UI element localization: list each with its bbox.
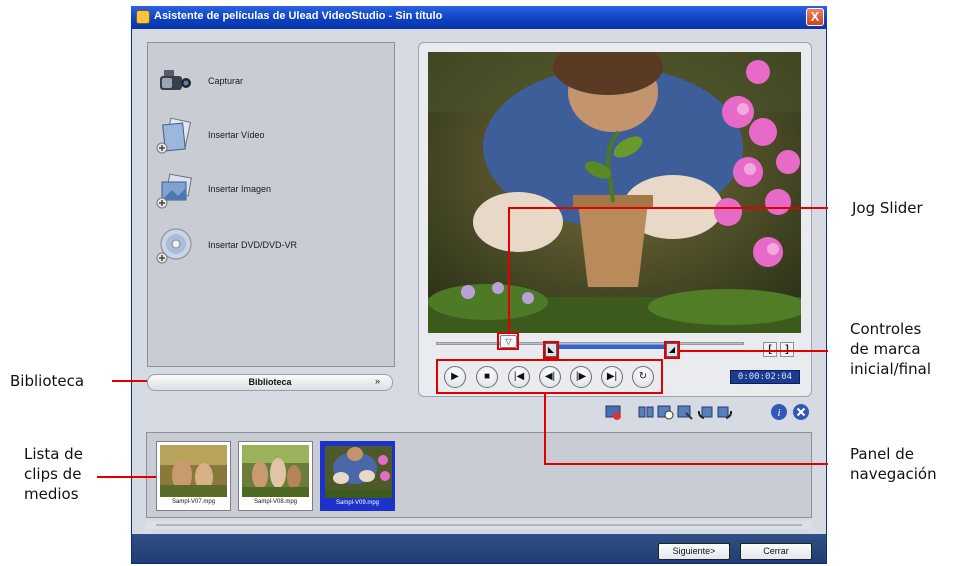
nav-callout-line-v [544, 394, 546, 464]
trim-range-bar [555, 345, 672, 349]
library-callout-line [112, 380, 147, 382]
app-icon [136, 10, 150, 24]
next-button[interactable]: Siguiente> [658, 543, 730, 560]
insert-dvd-label: Insertar DVD/DVD-VR [208, 240, 298, 250]
camcorder-icon [160, 70, 191, 90]
insert-video-item[interactable]: Insertar Vídeo [154, 116, 384, 160]
properties-icon[interactable] [676, 403, 694, 421]
nav-callout-line-h [544, 463, 828, 465]
scrollbar-thumb[interactable] [156, 524, 802, 526]
clip-thumbnail [325, 446, 392, 498]
callout-line: clips de [24, 465, 82, 483]
svg-text:i: i [777, 407, 780, 419]
clip-thumbnail [242, 445, 309, 497]
video-frame-image [428, 52, 801, 333]
video-file-icon [156, 117, 192, 154]
clip-item[interactable]: Sampl-V08.mpg [238, 441, 313, 511]
callout-line: Lista de [24, 445, 83, 463]
insert-dvd-item[interactable]: Insertar DVD/DVD-VR [154, 226, 384, 270]
callout-line: Controles [850, 320, 922, 338]
clip-list-callout: Lista de clips de medios [24, 444, 83, 504]
clip-thumbnail [160, 445, 227, 497]
callout-line: navegación [850, 465, 937, 483]
nav-panel-highlight [436, 359, 663, 394]
mark-start-highlight [543, 341, 559, 359]
info-icon[interactable]: i [770, 403, 788, 421]
image-file-icon [156, 173, 192, 209]
mark-end-highlight [664, 341, 680, 359]
callout-line: Panel de [850, 445, 914, 463]
capture-item[interactable]: Capturar [154, 62, 384, 106]
timecode-display[interactable]: 0:00:02:04 [730, 370, 800, 384]
video-preview [428, 52, 801, 333]
insert-image-label: Insertar Imagen [208, 184, 272, 194]
mark-callout-line [680, 350, 828, 352]
library-callout: Biblioteca [10, 372, 85, 390]
mark-controls-callout: Controles de marca inicial/final [850, 319, 931, 379]
jog-callout-line-v [508, 207, 510, 333]
delete-icon[interactable] [792, 403, 810, 421]
clip-filename: Sampl-V09.mpg [335, 500, 380, 506]
insert-image-item[interactable]: Insertar Imagen [154, 170, 384, 214]
callout-line: medios [24, 485, 79, 503]
close-window-button[interactable]: X [806, 8, 824, 26]
clip-item-selected[interactable]: Sampl-V09.mpg [320, 441, 395, 511]
nav-panel-callout: Panel de navegación [850, 444, 937, 484]
capture-label: Capturar [208, 76, 244, 86]
rotate-right-icon[interactable] [716, 403, 734, 421]
add-clip-icon[interactable] [604, 403, 622, 421]
jog-callout-line-h [508, 207, 828, 209]
clip-item[interactable]: Sampl-V07.mpg [156, 441, 231, 511]
callout-line: inicial/final [850, 360, 931, 378]
close-button[interactable]: Cerrar [740, 543, 812, 560]
rotate-left-icon[interactable] [696, 403, 714, 421]
clip-list-callout-line [97, 476, 156, 478]
duration-icon[interactable] [656, 403, 674, 421]
dvd-disc-icon [156, 228, 192, 264]
library-button-label: Biblioteca [248, 377, 292, 387]
clip-filename: Sampl-V07.mpg [171, 499, 216, 505]
callout-line: de marca [850, 340, 921, 358]
clip-filename: Sampl-V08.mpg [253, 499, 298, 505]
jog-slider-highlight [497, 332, 519, 350]
chevron-up-icon: » [375, 376, 381, 386]
split-clip-icon[interactable] [637, 403, 655, 421]
jog-slider-callout: Jog Slider [852, 199, 923, 217]
insert-video-label: Insertar Vídeo [208, 130, 265, 140]
window-title: Asistente de películas de Ulead VideoStu… [154, 10, 443, 22]
